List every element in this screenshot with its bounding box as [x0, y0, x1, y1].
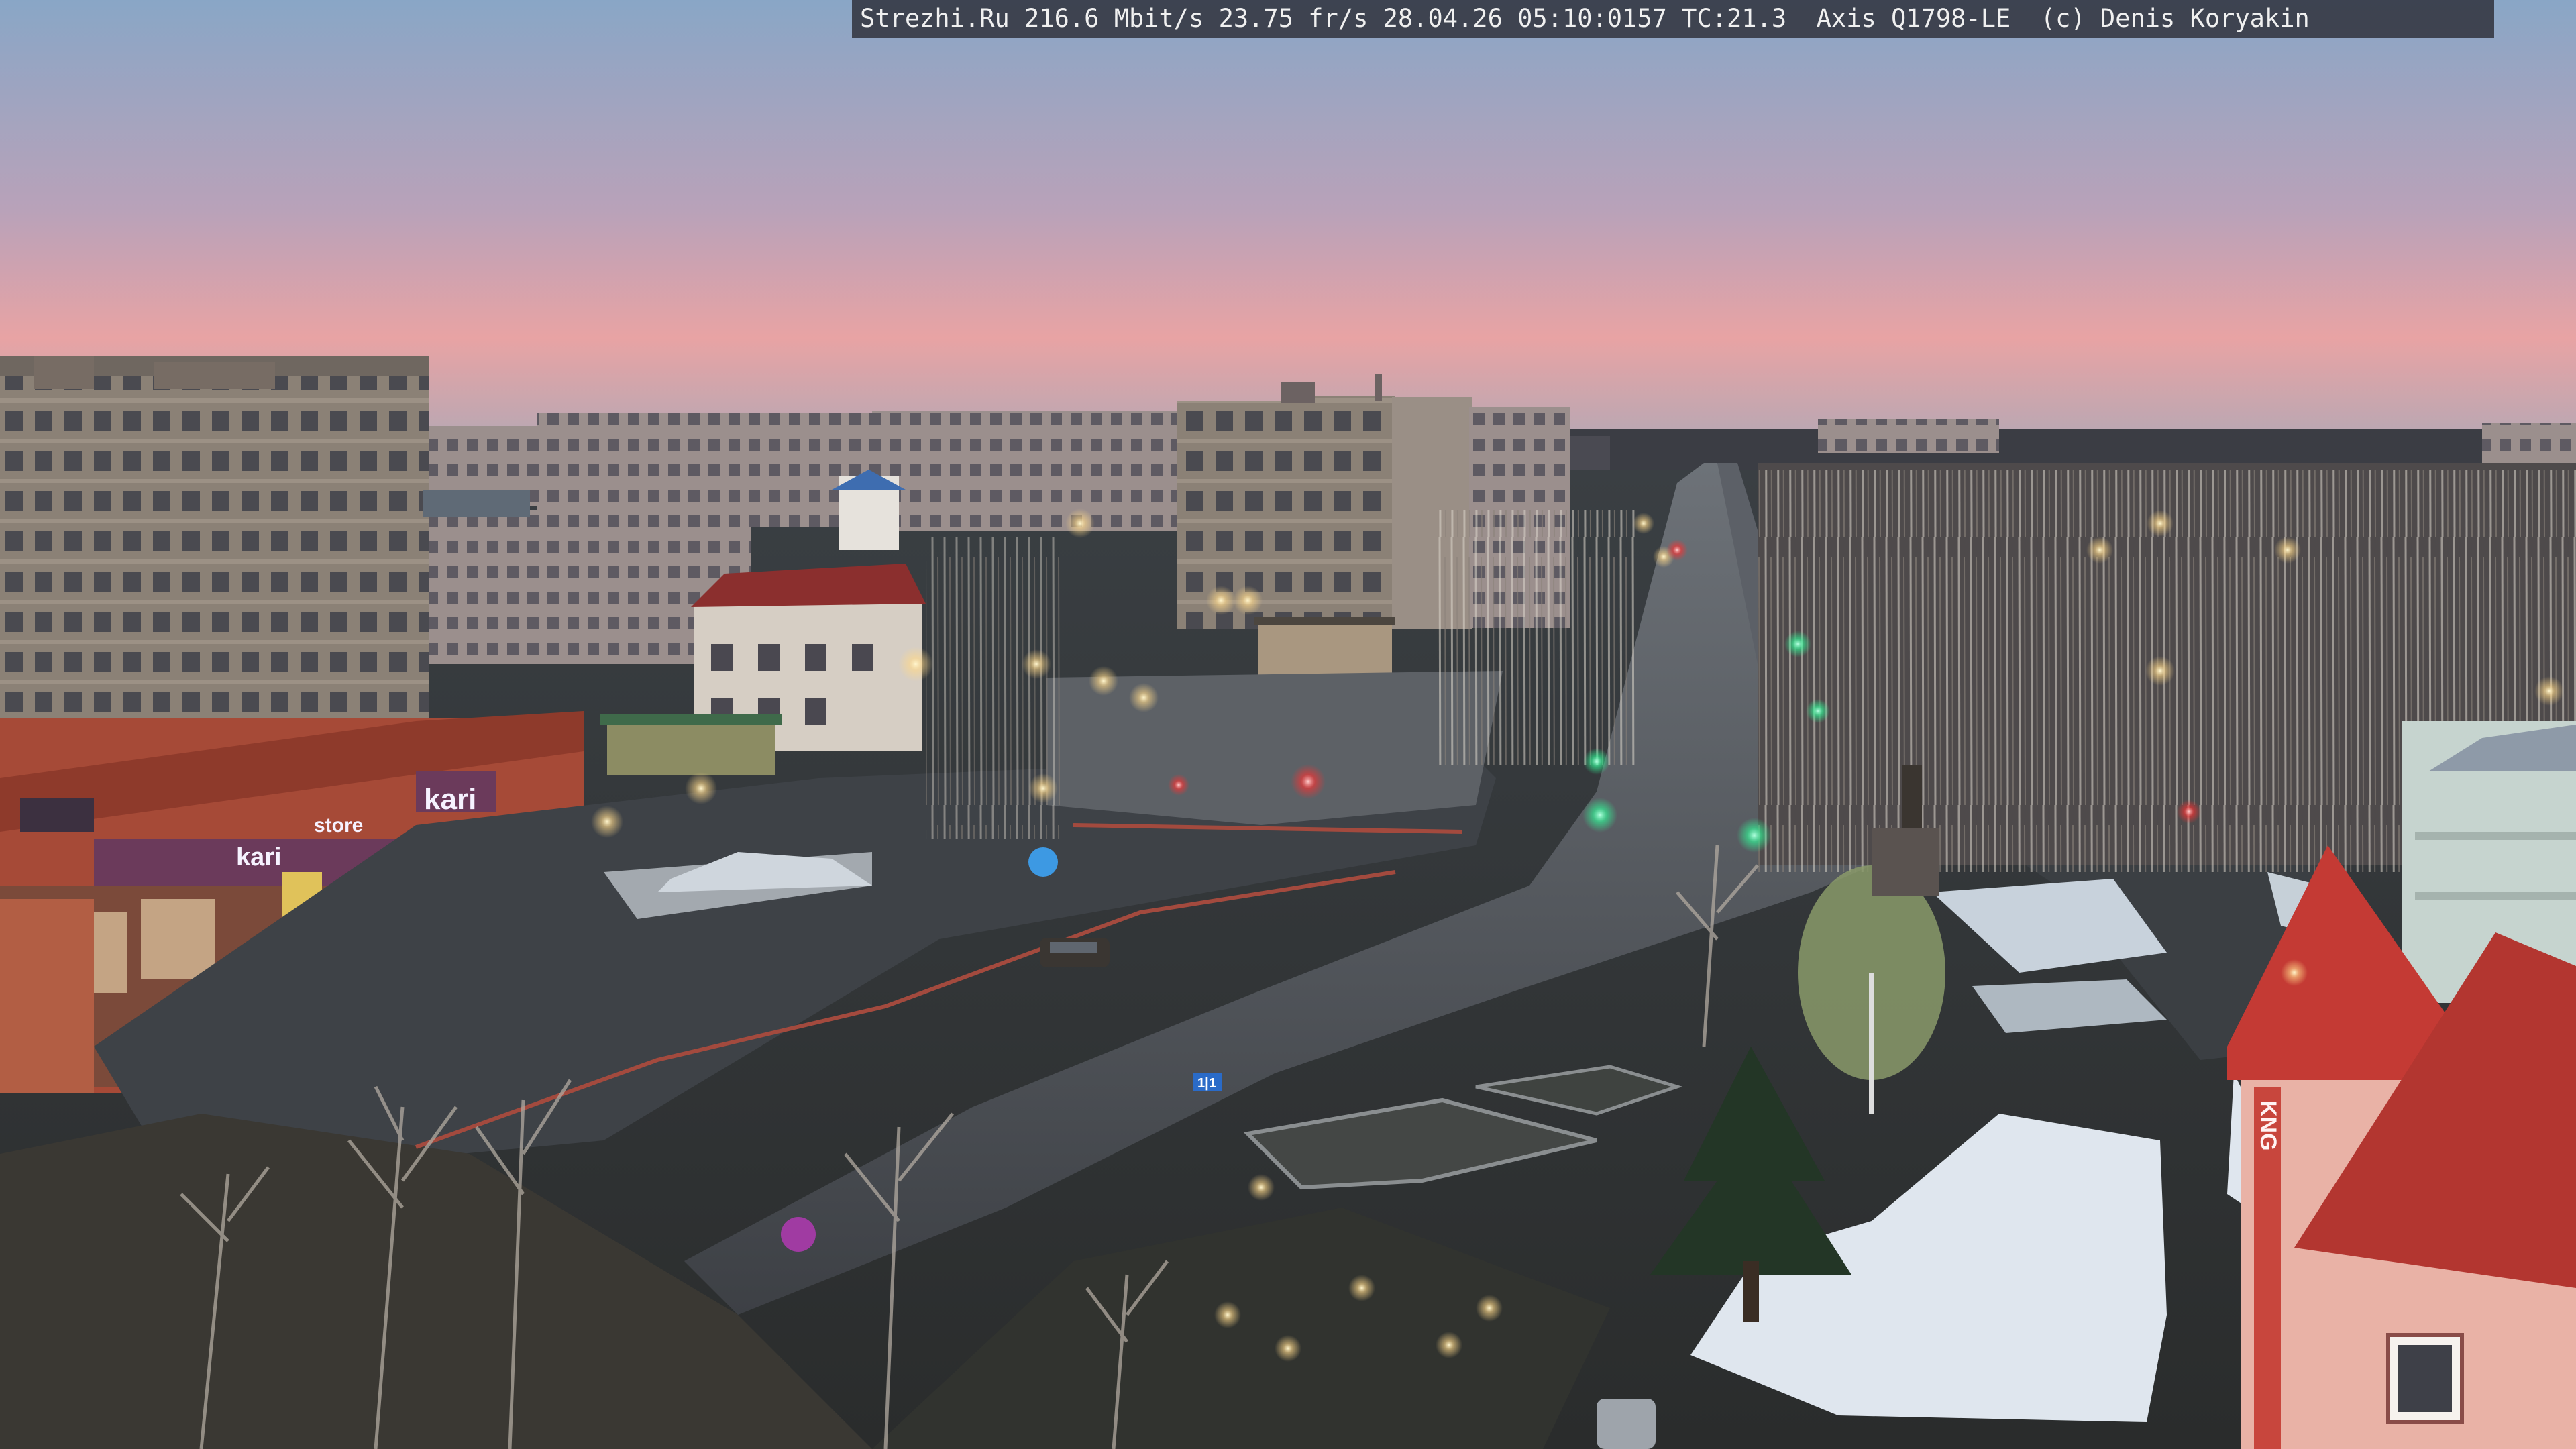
- kari-sign-large: kari: [424, 783, 476, 816]
- car-bottom-center: [1597, 1399, 1656, 1449]
- red-tower-vertical-sign: KNG: [2255, 1100, 2281, 1151]
- upper-parking: [1046, 671, 1503, 825]
- kiosk-building: [1258, 621, 1392, 681]
- store-sign-small: store: [314, 814, 363, 837]
- monument: [1902, 765, 1922, 828]
- camera-osd-overlay: Strezhi.Ru 216.6 Mbit/s 23.75 fr/s 28.04…: [852, 0, 2494, 38]
- green-kiosk: [607, 721, 775, 775]
- svg-text:1|1: 1|1: [1197, 1076, 1216, 1091]
- webcam-scene: kari kari store KNG 1|1 Strezhi.Ru 216.6…: [0, 0, 2576, 1449]
- kari-sign-small: kari: [236, 843, 282, 871]
- decorative-lights: [781, 1217, 816, 1252]
- scene-drawing: kari kari store KNG 1|1: [0, 0, 2576, 1449]
